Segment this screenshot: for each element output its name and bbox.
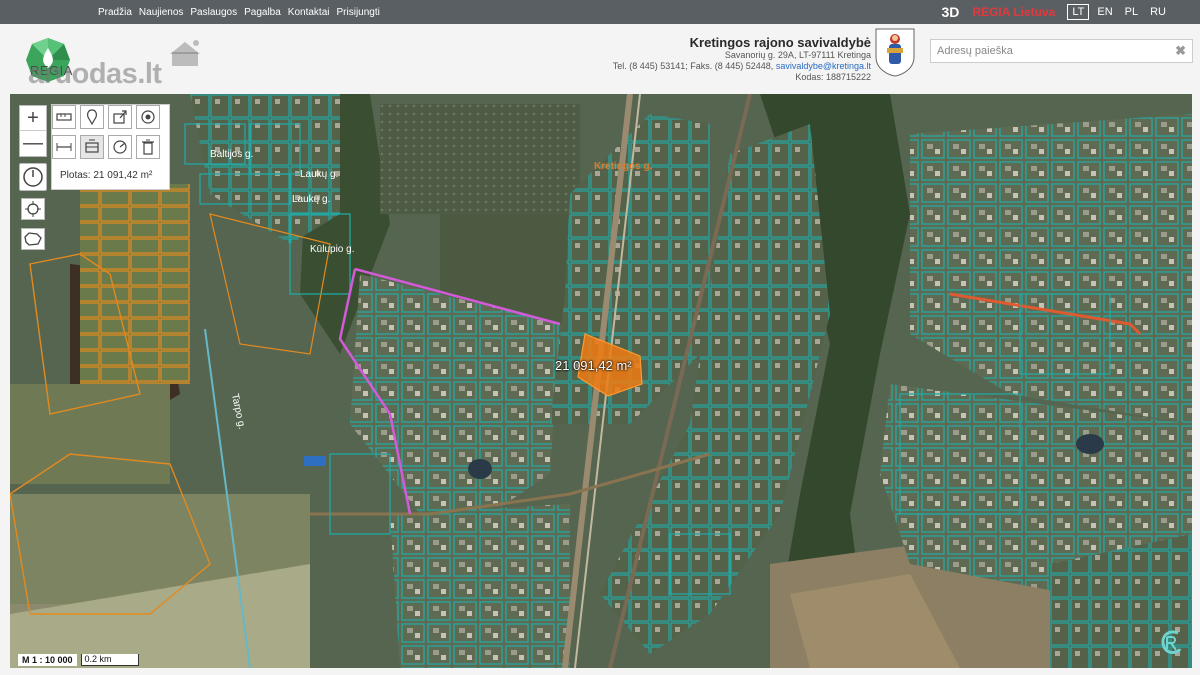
municipality-email[interactable]: savivaldybe@kretinga.lt (776, 61, 871, 71)
address-search-input[interactable] (931, 40, 1161, 62)
3d-button[interactable]: 3D (942, 4, 960, 20)
watermark-house-icon (170, 40, 200, 66)
lang-lt[interactable]: LT (1067, 4, 1090, 20)
nav-item-pradzia[interactable]: Pradžia (98, 7, 132, 18)
export-tool[interactable] (108, 105, 132, 129)
street-label: Laukų g. (292, 194, 331, 205)
lang-pl[interactable]: PL (1121, 5, 1142, 19)
nav-item-kontaktai[interactable]: Kontaktai (288, 7, 330, 18)
regia-lietuva-link[interactable]: REGIA Lietuva (972, 5, 1055, 19)
compass-icon (23, 167, 43, 187)
address-search: ✖ (930, 39, 1193, 63)
search-clear-icon[interactable]: ✖ (1175, 43, 1186, 59)
compass-button[interactable] (19, 163, 47, 191)
map-imagery[interactable] (10, 94, 1192, 668)
street-label: Kretingos g. (594, 161, 653, 172)
scale-bar: M 1 : 10 000 0.2 km (18, 654, 139, 666)
area-result-text: Plotas: 21 091,42 m² (60, 170, 153, 181)
map-pin-icon (87, 109, 97, 125)
aruodas-watermark: aruodas.lt (28, 58, 162, 90)
nav-item-pagalba[interactable]: Pagalba (244, 7, 281, 18)
lang-en[interactable]: EN (1093, 5, 1116, 19)
municipality-code: Kodas: 188715222 (795, 72, 871, 82)
municipality-info: Kretingos rajono savivaldybė Savanorių g… (613, 35, 871, 83)
measure-area-tool[interactable] (80, 135, 104, 159)
crosshair-icon (25, 201, 41, 217)
map-canvas[interactable]: Kretingos g. Tarpo g. Baltijos g. Laukų … (10, 94, 1192, 668)
zoom-control: + — (19, 105, 47, 157)
zoom-out-button[interactable]: — (20, 131, 46, 156)
trash-icon (142, 139, 154, 155)
street-label: Baltijos g. (210, 149, 254, 160)
measure-distance-tool[interactable] (52, 135, 76, 159)
measure-tool-panel: Plotas: 21 091,42 m² (51, 104, 170, 190)
zoom-in-button[interactable]: + (20, 106, 46, 131)
place-marker-tool[interactable] (80, 105, 104, 129)
nav-item-prisijungti[interactable]: Prisijungti (337, 7, 380, 18)
scale-distance: 0.2 km (80, 654, 139, 666)
municipality-address: Savanorių g. 29A, LT-97111 Kretinga (724, 50, 871, 60)
radius-icon (113, 140, 127, 154)
distance-icon (56, 143, 72, 151)
registru-centras-logo-icon (1161, 630, 1182, 654)
municipality-contacts: Tel. (8 445) 53141; Faks. (8 445) 52448,… (613, 61, 871, 72)
export-icon (113, 110, 127, 124)
street-label: Kūlupio g. (310, 244, 355, 255)
street-label: Laukų g. (300, 169, 339, 180)
scale-ratio: M 1 : 10 000 (18, 654, 77, 666)
locate-button[interactable] (21, 198, 45, 220)
region-outline-icon (24, 232, 42, 246)
municipality-phone: Tel. (8 445) 53141; Faks. (8 445) 52448, (612, 61, 774, 71)
nav-item-paslaugos[interactable]: Paslaugos (190, 7, 237, 18)
nav-item-naujienos[interactable]: Naujienos (139, 7, 183, 18)
ruler-icon (56, 113, 72, 121)
header: REGIA aruodas.lt Kretingos rajono saviva… (0, 24, 1200, 94)
area-measure-icon (85, 139, 99, 153)
municipality-title: Kretingos rajono savivaldybė (689, 35, 871, 50)
target-icon (141, 110, 155, 124)
area-map-label: 21 091,42 m² (555, 358, 632, 373)
main-menu: Pradžia Naujienos Paslaugos Pagalba Kont… (98, 7, 380, 18)
point-tool[interactable] (136, 105, 160, 129)
top-right-controls: 3D REGIA Lietuva LT EN PL RU (942, 0, 1170, 24)
kretinga-crest-icon (875, 28, 915, 77)
lang-ru[interactable]: RU (1146, 5, 1170, 19)
top-nav-bar: Pradžia Naujienos Paslaugos Pagalba Kont… (0, 0, 1200, 24)
measure-radius-tool[interactable] (108, 135, 132, 159)
clear-measure-tool[interactable] (136, 135, 160, 159)
region-button[interactable] (21, 228, 45, 250)
measure-line-tool[interactable] (52, 105, 76, 129)
